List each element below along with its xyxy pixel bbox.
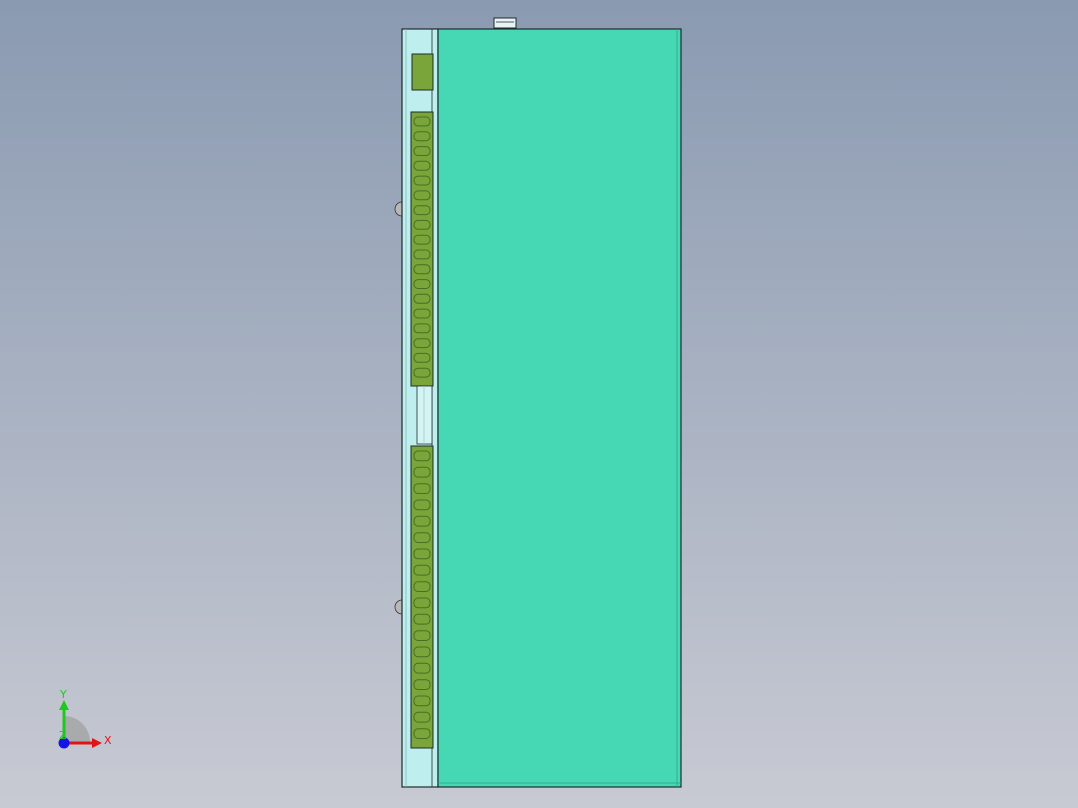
part-model[interactable] <box>0 0 1078 808</box>
top-clip <box>493 17 517 29</box>
y-axis-label: Y <box>59 688 67 701</box>
side-knob-lower <box>394 599 403 615</box>
x-axis-label: X <box>104 734 112 747</box>
gap-cylinder <box>416 385 433 445</box>
side-knob-upper <box>394 201 403 217</box>
cad-viewport[interactable]: Y X Z <box>0 0 1078 808</box>
small-connector <box>411 53 434 91</box>
z-axis-label: Z <box>59 729 67 742</box>
main-face[interactable] <box>437 28 682 788</box>
axis-triad: Y X Z <box>58 688 112 749</box>
triad-plane-shade <box>64 716 90 742</box>
